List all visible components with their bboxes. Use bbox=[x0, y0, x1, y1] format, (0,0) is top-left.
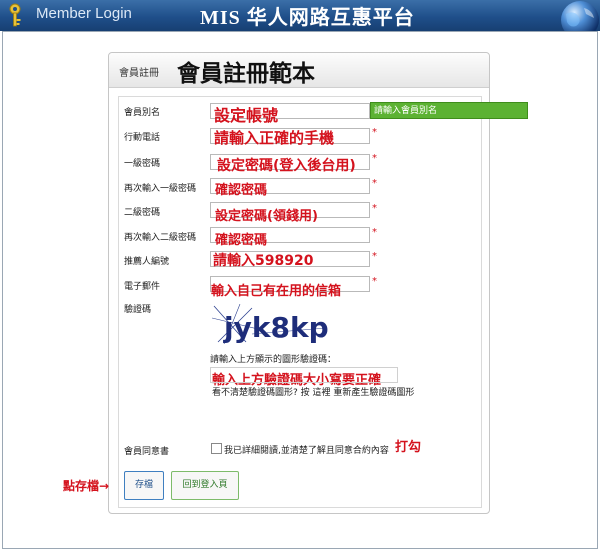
top-bar: Member Login MIS 华人网路互惠平台 bbox=[0, 0, 600, 39]
alias-annotation: 設定帳號 bbox=[214, 106, 279, 125]
pw1-confirm-label: 再次輸入一級密碼 bbox=[124, 184, 197, 194]
save-button[interactable]: 存檔 bbox=[124, 471, 164, 500]
phone-annotation: 請輸入正確的手機 bbox=[214, 129, 335, 147]
pw1-confirm-required-star: * bbox=[372, 178, 377, 189]
member-login-link[interactable]: Member Login bbox=[36, 5, 132, 22]
referrer-required-star: * bbox=[372, 251, 377, 262]
pw1-required-star: * bbox=[372, 153, 377, 164]
pw1-confirm-annotation: 確認密碼 bbox=[215, 183, 268, 198]
pw2-required-star: * bbox=[372, 203, 377, 214]
pw1-label: 一級密碼 bbox=[124, 159, 161, 169]
phone-label: 行動電話 bbox=[124, 133, 161, 143]
panel-small-title: 會員註冊 bbox=[119, 68, 159, 79]
site-title: MIS 华人网路互惠平台 bbox=[200, 7, 415, 29]
pw2-confirm-annotation: 確認密碼 bbox=[215, 233, 268, 248]
email-label: 電子郵件 bbox=[124, 282, 161, 292]
captcha-label: 驗證碼 bbox=[124, 305, 152, 315]
pw2-label: 二級密碼 bbox=[124, 208, 161, 218]
agree-text: 我已詳細閱讀,並清楚了解且同意合約內容 bbox=[224, 446, 389, 456]
captcha-hint: 請輸入上方顯示的圖形驗證碼： bbox=[210, 355, 337, 365]
key-icon bbox=[9, 3, 21, 27]
agree-label: 會員同意書 bbox=[124, 447, 170, 457]
panel-big-title: 會員註冊範本 bbox=[177, 61, 315, 87]
phone-required-star: * bbox=[372, 127, 377, 138]
referrer-annotation: 請輸入598920 bbox=[213, 253, 314, 269]
agree-annotation: 打勾 bbox=[395, 440, 422, 455]
captcha-refresh-link[interactable]: 看不清楚驗證碼圖形? 按 這裡 重新產生驗證碼圖形 bbox=[212, 385, 414, 398]
email-annotation: 輸入自己有在用的信箱 bbox=[211, 284, 342, 299]
captcha-image: jyk8kp bbox=[212, 304, 330, 344]
pw2-confirm-label: 再次輸入二級密碼 bbox=[124, 233, 197, 243]
save-annotation: 點存檔→ bbox=[63, 479, 110, 493]
back-to-login-button[interactable]: 回到登入頁 bbox=[171, 471, 239, 500]
pw2-confirm-required-star: * bbox=[372, 227, 377, 238]
agree-checkbox[interactable] bbox=[211, 443, 222, 454]
referrer-label: 推薦人編號 bbox=[124, 257, 170, 267]
captcha-text: jyk8kp bbox=[223, 311, 329, 344]
pw1-annotation: 設定密碼(登入後台用) bbox=[217, 158, 356, 174]
pw2-annotation: 設定密碼(領錢用) bbox=[215, 209, 318, 224]
alias-tip: 請輸入會員別名 bbox=[370, 102, 528, 119]
panel-header: 會員註冊 會員註冊範本 bbox=[109, 53, 489, 88]
alias-label: 會員別名 bbox=[124, 108, 161, 118]
email-required-star: * bbox=[372, 276, 377, 287]
captcha-input[interactable] bbox=[210, 367, 398, 383]
